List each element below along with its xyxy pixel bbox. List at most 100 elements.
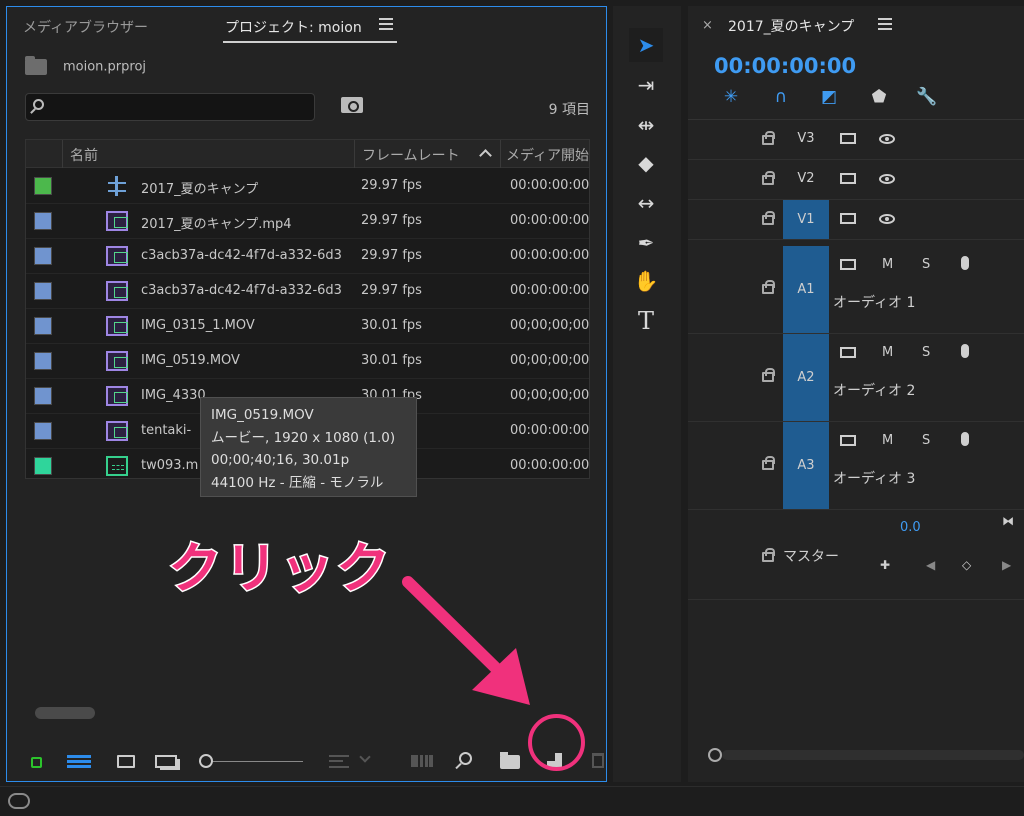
lock-icon[interactable]: [762, 280, 775, 294]
microphone-icon[interactable]: [961, 256, 969, 270]
microphone-icon[interactable]: [961, 432, 969, 446]
tab-media-browser[interactable]: メディアブラウザー: [23, 17, 148, 37]
sync-lock-icon[interactable]: [840, 213, 856, 224]
label-color-swatch[interactable]: [34, 212, 52, 230]
table-row[interactable]: 2017_夏のキャンプ.mp4 29.97 fps 00:00:00:00: [26, 204, 589, 239]
ripple-edit-tool[interactable]: ⇹: [629, 108, 663, 142]
eye-icon[interactable]: [879, 174, 895, 184]
next-keyframe-icon[interactable]: ▶: [1002, 558, 1011, 572]
track-label[interactable]: A2: [783, 334, 829, 421]
item-name[interactable]: c3acb37a-dc42-4f7d-a332-6d3: [141, 248, 342, 263]
column-header-media-start[interactable]: メディア開始: [506, 145, 589, 165]
sync-lock-icon[interactable]: [840, 347, 856, 358]
keyframe-diamond-icon[interactable]: ◇: [962, 558, 971, 572]
icon-view-icon[interactable]: [117, 755, 135, 768]
track-label[interactable]: V3: [783, 131, 829, 151]
audio-track-name[interactable]: オーディオ 2: [833, 380, 915, 400]
sort-ascending-icon[interactable]: [479, 149, 492, 162]
close-icon[interactable]: ×: [702, 18, 713, 33]
label-color-swatch[interactable]: [34, 387, 52, 405]
sync-lock-icon[interactable]: [840, 435, 856, 446]
table-row[interactable]: 2017_夏のキャンプ 29.97 fps 00:00:00:00: [26, 169, 589, 204]
solo-button[interactable]: S: [922, 345, 930, 360]
lock-icon[interactable]: [762, 368, 775, 382]
timeline-zoom-scrollbar[interactable]: [722, 750, 1024, 760]
snap-toggle[interactable]: ∩: [770, 86, 792, 108]
add-keyframe-icon[interactable]: ✚: [880, 558, 890, 572]
playhead-timecode[interactable]: 00:00:00:00: [714, 54, 856, 78]
table-row[interactable]: IMG_0519.MOV 30.01 fps 00;00;00;00: [26, 344, 589, 379]
item-name[interactable]: c3acb37a-dc42-4f7d-a332-6d3: [141, 283, 342, 298]
item-name[interactable]: tentaki-: [141, 423, 191, 438]
mute-button[interactable]: M: [882, 345, 893, 360]
track-label[interactable]: V1: [783, 200, 829, 239]
table-row[interactable]: IMG_0315_1.MOV 30.01 fps 00;00;00;00: [26, 309, 589, 344]
audio-track-name[interactable]: オーディオ 3: [833, 468, 915, 488]
find-icon[interactable]: [459, 752, 472, 765]
search-input[interactable]: [25, 93, 315, 121]
lock-icon[interactable]: [762, 456, 775, 470]
track-label[interactable]: V2: [783, 171, 829, 191]
column-header-name[interactable]: 名前: [70, 145, 98, 165]
label-color-swatch[interactable]: [34, 247, 52, 265]
search-in-bin-icon[interactable]: [341, 97, 363, 113]
sync-lock-icon[interactable]: [840, 133, 856, 144]
solo-button[interactable]: S: [922, 257, 930, 272]
item-name[interactable]: IMG_0315_1.MOV: [141, 318, 255, 333]
zoom-slider-track[interactable]: [213, 761, 303, 762]
pen-tool[interactable]: ✒: [629, 226, 663, 260]
microphone-icon[interactable]: [961, 344, 969, 358]
selection-tool[interactable]: ➤: [629, 28, 663, 62]
nest-toggle[interactable]: ✳: [720, 86, 742, 108]
sort-icons-icon[interactable]: [329, 755, 349, 768]
lock-icon[interactable]: [762, 548, 775, 562]
label-color-swatch[interactable]: [34, 282, 52, 300]
label-color-swatch[interactable]: [34, 457, 52, 475]
eye-icon[interactable]: [879, 134, 895, 144]
mute-button[interactable]: M: [882, 433, 893, 448]
trash-icon[interactable]: [592, 753, 604, 768]
timeline-zoom-handle[interactable]: [708, 748, 722, 762]
folder-up-icon[interactable]: [25, 56, 47, 75]
timeline-menu-icon[interactable]: [878, 18, 892, 30]
label-color-swatch[interactable]: [34, 422, 52, 440]
item-name[interactable]: 2017_夏のキャンプ.mp4: [141, 213, 292, 232]
eye-icon[interactable]: [879, 214, 895, 224]
track-label[interactable]: A3: [783, 422, 829, 509]
mute-button[interactable]: M: [882, 257, 893, 272]
track-label[interactable]: A1: [783, 246, 829, 333]
sync-lock-icon[interactable]: [840, 173, 856, 184]
zoom-slider-handle[interactable]: [199, 754, 213, 768]
slip-tool[interactable]: ↔: [629, 186, 663, 220]
freeform-view-icon[interactable]: [155, 755, 177, 768]
add-marker-button[interactable]: ⬟: [868, 86, 890, 108]
label-color-swatch[interactable]: [34, 317, 52, 335]
type-tool[interactable]: T: [629, 304, 663, 338]
creative-cloud-icon[interactable]: [8, 793, 30, 809]
table-row[interactable]: c3acb37a-dc42-4f7d-a332-6d3 29.97 fps 00:0…: [26, 274, 589, 309]
linked-selection-toggle[interactable]: ◩: [818, 86, 840, 108]
table-row[interactable]: c3acb37a-dc42-4f7d-a332-6d3 29.97 fps 00:0…: [26, 239, 589, 274]
tab-project[interactable]: プロジェクト: moion: [225, 17, 362, 37]
column-header-framerate[interactable]: フレームレート: [362, 145, 460, 165]
hand-tool[interactable]: ✋: [629, 264, 663, 298]
audio-track-name[interactable]: オーディオ 1: [833, 292, 915, 312]
lock-icon[interactable]: [762, 131, 775, 145]
previous-keyframe-icon[interactable]: ◀: [926, 558, 935, 572]
lock-icon[interactable]: [762, 171, 775, 185]
lock-icon[interactable]: [31, 757, 42, 768]
track-select-tool[interactable]: ⇥: [629, 68, 663, 102]
master-volume-value[interactable]: 0.0: [900, 520, 921, 535]
timeline-settings-button[interactable]: 🔧: [916, 86, 938, 108]
razor-tool[interactable]: ◆: [629, 146, 663, 180]
item-name[interactable]: tw093.m: [141, 458, 198, 473]
sync-lock-icon[interactable]: [840, 259, 856, 270]
horizontal-scrollbar[interactable]: [35, 707, 95, 719]
item-name[interactable]: IMG_4330: [141, 388, 206, 403]
label-color-swatch[interactable]: [34, 352, 52, 370]
item-name[interactable]: IMG_0519.MOV: [141, 353, 240, 368]
lock-icon[interactable]: [762, 211, 775, 225]
chevron-down-icon[interactable]: [359, 751, 371, 763]
label-color-swatch[interactable]: [34, 177, 52, 195]
panel-menu-icon[interactable]: [379, 18, 393, 30]
